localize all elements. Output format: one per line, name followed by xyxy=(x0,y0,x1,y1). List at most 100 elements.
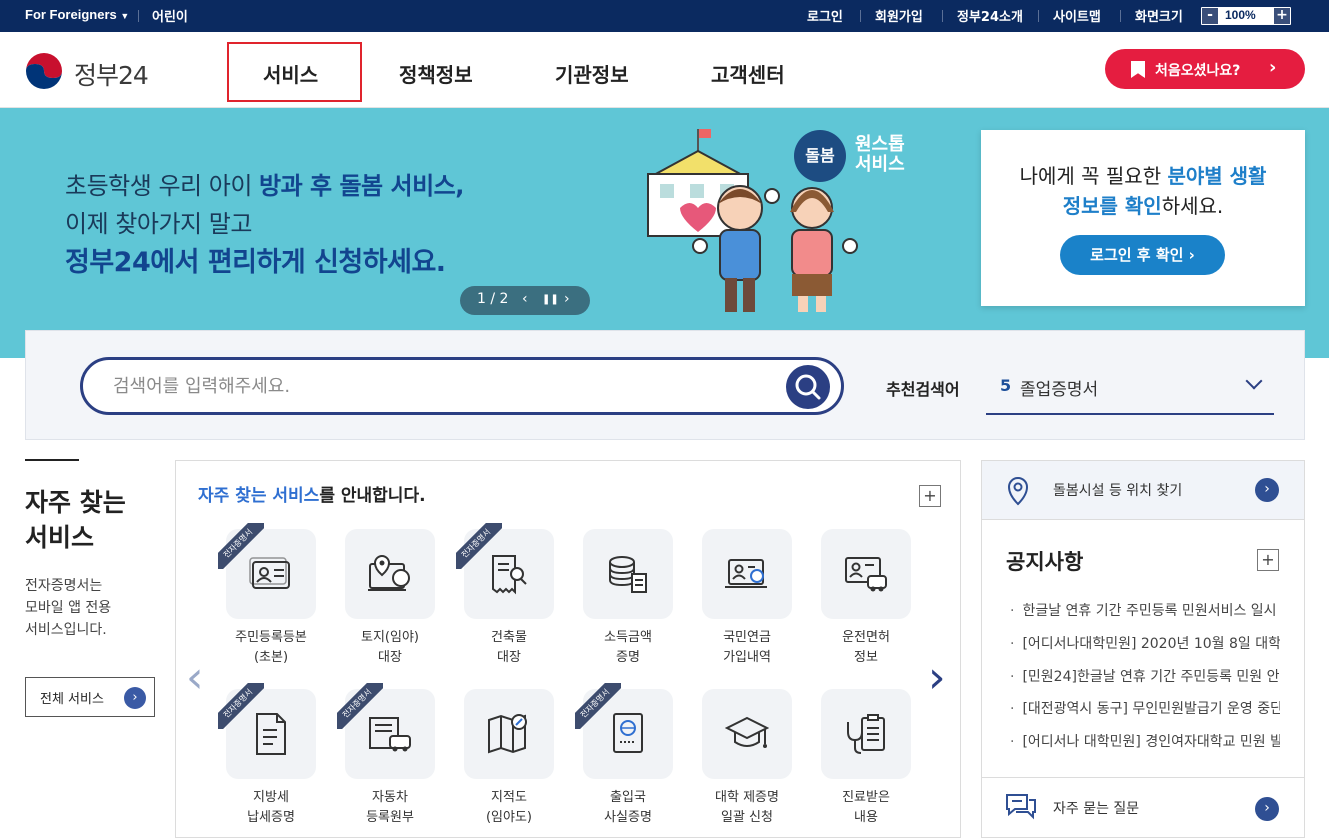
label-line-1: 주민등록등본 xyxy=(235,630,307,645)
notice-item[interactable]: · [대전광역시 동구] 무인민원발급기 운영 중단 안내 xyxy=(1010,698,1280,718)
notice-text: [어디서나 대학민원] 경인여자대학교 민원 발급 안내 xyxy=(1022,734,1280,750)
service-label: 지방세 납세증명 xyxy=(211,788,331,828)
service-tile-medical-record[interactable] xyxy=(821,689,911,779)
signup-link[interactable]: 회원가입 xyxy=(875,6,923,25)
document-search-icon xyxy=(492,555,527,595)
service-tile-land-register[interactable] xyxy=(345,529,435,619)
login-link[interactable]: 로그인 xyxy=(807,6,843,25)
first-visit-button[interactable]: 처음오셨나요? › xyxy=(1105,49,1305,89)
nav-policy-info[interactable]: 정책정보 xyxy=(399,59,473,88)
label-line-1: 운전면허 xyxy=(842,630,890,645)
sitemap-link[interactable]: 사이트맵 xyxy=(1053,6,1101,25)
notice-item[interactable]: · 한글날 연휴 기간 주민등록 민원서비스 일시 중단 안내 xyxy=(1010,600,1280,620)
service-tile-local-tax[interactable]: 전자증명서 xyxy=(218,683,316,779)
label-line-2: 내용 xyxy=(854,810,878,825)
divider xyxy=(1038,10,1039,22)
search-input[interactable] xyxy=(113,373,753,399)
header: 정부24 서비스 정책정보 기관정보 고객센터 처음오셨나요? › xyxy=(0,32,1329,108)
zoom-out-button[interactable]: - xyxy=(1202,8,1218,24)
pause-button[interactable]: ❚❚ xyxy=(542,294,559,305)
service-tile-income-cert[interactable] xyxy=(583,529,673,619)
notice-item[interactable]: · [어디서나 대학민원] 경인여자대학교 민원 발급 안내 xyxy=(1010,731,1280,751)
all-services-button[interactable]: 전체 서비스 › xyxy=(25,677,155,717)
bookmark-icon xyxy=(1131,61,1145,78)
laptop-user-icon xyxy=(725,559,767,588)
search-button[interactable] xyxy=(786,365,830,409)
banner-line-1a: 초등학생 우리 아이 xyxy=(65,172,260,200)
prev-arrow-icon[interactable]: ‹ xyxy=(186,656,204,700)
card-line-2a: 정보를 확인 xyxy=(1062,194,1162,218)
prev-slide-button[interactable]: ‹ xyxy=(522,291,528,307)
nav-customer-center[interactable]: 고객센터 xyxy=(711,59,785,88)
all-services-label: 전체 서비스 xyxy=(40,692,104,707)
label-line-2: 등록원부 xyxy=(366,810,414,825)
nav-agency-info[interactable]: 기관정보 xyxy=(555,59,629,88)
service-label: 국민연금 가입내역 xyxy=(687,628,807,668)
next-slide-button[interactable]: › xyxy=(564,291,570,307)
keyword-rank: 5 xyxy=(1000,376,1012,395)
services-panel-title: 자주 찾는 서비스를 안내합니다. xyxy=(198,481,426,506)
next-arrow-icon[interactable]: › xyxy=(928,656,946,700)
search-icon xyxy=(795,374,821,400)
location-pin-icon xyxy=(1007,476,1029,506)
banner-line-1b: 방과 후 돌봄 서비스, xyxy=(259,172,464,200)
banner-pager: 1 / 2 ‹ ❚❚ › xyxy=(460,286,590,315)
card-line-2: 정보를 확인하세요. xyxy=(981,190,1305,219)
right-panel: 돌봄시설 등 위치 찾기 › 공지사항 + · 한글날 연휴 기간 주민등록 민원… xyxy=(981,460,1305,838)
more-services-plus-icon[interactable]: + xyxy=(919,485,941,507)
divider xyxy=(860,10,861,22)
divider xyxy=(942,10,943,22)
card-line-1: 나에게 꼭 필요한 분야별 생활 xyxy=(981,160,1305,189)
folded-map-icon xyxy=(488,714,527,754)
find-care-facilities-link[interactable]: 돌봄시설 등 위치 찾기 › xyxy=(982,461,1304,520)
service-tile-immigration[interactable]: 전자증명서 xyxy=(575,683,673,779)
pager-count: 1 / 2 xyxy=(477,291,509,307)
notice-text: [어디서나대학민원] 2020년 10월 8일 대학 민원 발급 안내 xyxy=(1022,636,1280,652)
service-tile-driver-license[interactable] xyxy=(821,529,911,619)
service-label: 건축물 대장 xyxy=(449,628,569,668)
more-notices-plus-icon[interactable]: + xyxy=(1257,549,1279,571)
nav-services[interactable]: 서비스 xyxy=(263,59,318,88)
label-line-1: 지방세 xyxy=(253,790,289,805)
chevron-down-icon xyxy=(1245,372,1263,390)
recommended-keyword-dropdown[interactable]: 5 졸업증명서 xyxy=(986,361,1274,415)
service-tile-vehicle-register[interactable]: 전자증명서 xyxy=(337,683,435,779)
chevron-right-icon: › xyxy=(1255,478,1279,502)
zoom-in-button[interactable]: + xyxy=(1274,8,1290,24)
onestop-line-2: 서비스 xyxy=(855,154,905,175)
government-emblem-icon[interactable] xyxy=(25,52,63,90)
about-link[interactable]: 정부24소개 xyxy=(957,6,1023,25)
bullet: · xyxy=(1010,701,1015,717)
for-foreigners-link[interactable]: For Foreigners ▼ xyxy=(25,7,129,22)
label-line-2: (임야도) xyxy=(485,810,533,825)
service-tile-pension[interactable] xyxy=(702,529,792,619)
site-logo-text[interactable]: 정부24 xyxy=(74,56,149,92)
graduation-cap-icon xyxy=(725,716,769,748)
bullet: · xyxy=(1010,636,1015,652)
map-pin-screen-icon xyxy=(368,554,410,591)
section-divider xyxy=(25,459,79,461)
chevron-right-icon: › xyxy=(1255,797,1279,821)
service-tile-building-register[interactable]: 전자증명서 xyxy=(456,523,554,619)
notice-heading: 공지사항 xyxy=(1006,550,1084,574)
login-check-button[interactable]: 로그인 후 확인 › xyxy=(1060,235,1225,275)
notice-item[interactable]: · [어디서나대학민원] 2020년 10월 8일 대학 민원 발급 안내 xyxy=(1010,633,1280,653)
service-tile-university-cert[interactable] xyxy=(702,689,792,779)
label-line-2: 증명 xyxy=(616,650,640,665)
care-badge: 돌봄 xyxy=(794,130,846,182)
service-tile-cadastral-map[interactable] xyxy=(464,689,554,779)
label-line-1: 토지(임야) xyxy=(361,630,419,645)
faq-link[interactable]: 자주 묻는 질문 › xyxy=(982,777,1304,839)
notice-text: [대전광역시 동구] 무인민원발급기 운영 중단 안내 xyxy=(1022,701,1280,717)
label-line-1: 대학 제증명 xyxy=(715,790,779,805)
label-line-2: 대장 xyxy=(378,650,402,665)
hero-banner: 초등학생 우리 아이 방과 후 돌봄 서비스, 이제 찾아가지 말고 정부24에… xyxy=(0,108,1329,358)
kids-link[interactable]: 어린이 xyxy=(152,6,188,25)
notice-text: 한글날 연휴 기간 주민등록 민원서비스 일시 중단 안내 xyxy=(1022,603,1280,619)
label-line-2: 대장 xyxy=(497,650,521,665)
desc-line-3: 서비스입니다. xyxy=(25,622,107,638)
search-section: 추천검색어 5 졸업증명서 xyxy=(25,330,1305,440)
service-tile-resident-register[interactable]: 전자증명서 xyxy=(218,523,316,619)
service-label: 주민등록등본 (초본) xyxy=(211,628,331,668)
notice-item[interactable]: · [민원24]한글날 연휴 기간 주민등록 민원 안내 xyxy=(1010,666,1280,686)
